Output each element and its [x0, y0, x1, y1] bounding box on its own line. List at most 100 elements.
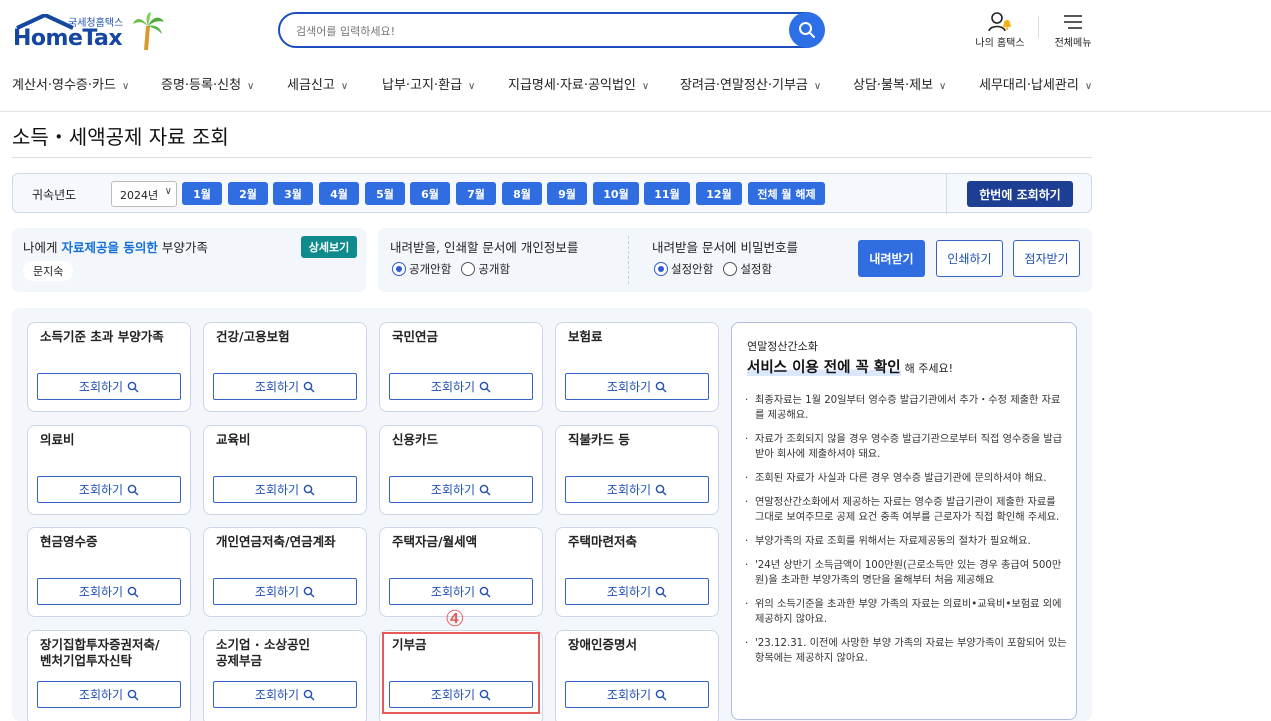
gnb-item-year-end[interactable]: 장려금·연말정산·기부금 ∨ [680, 74, 821, 93]
year-select[interactable]: 2024년 ∨ [111, 181, 177, 207]
password-yes-radio[interactable] [723, 262, 738, 276]
hometax-logo[interactable]: 국세청홈택스 HomeTax [11, 12, 171, 52]
dependents-panel: 나에게 자료제공을 동의한 부양가족 상세보기 문지숙 [12, 228, 366, 292]
card-title: 소기업 · 소상공인 공제부금 [216, 637, 310, 668]
gnb-item-statements[interactable]: 지급명세·자료·공익법인 ∨ [508, 74, 649, 93]
clear-all-months-button[interactable]: 전체 월 해제 [748, 182, 825, 205]
search-icon [479, 381, 491, 392]
search-icon [479, 586, 491, 597]
month-button-5[interactable]: 5월 [365, 182, 405, 205]
card-title: 장기집합투자증권저축/벤처기업투자신탁 [40, 637, 160, 668]
query-button[interactable]: 조회하기 [213, 578, 357, 605]
privacy-radio-group: 공개안함 공개함 [392, 261, 510, 277]
query-all-button[interactable]: 한번에 조회하기 [967, 181, 1073, 207]
my-hometax-link[interactable]: 나의 홈택스 [972, 10, 1028, 49]
query-button[interactable]: 조회하기 [213, 373, 357, 400]
card-title: 소득기준 초과 부양가족 [40, 329, 164, 344]
detail-view-button[interactable]: 상세보기 [301, 236, 357, 258]
month-button-2[interactable]: 2월 [228, 182, 268, 205]
gnb-item-certificate[interactable]: 증명·등록·신청 ∨ [161, 74, 254, 93]
notice-item: '23.12.31. 이전에 사망한 부양 가족의 자료는 부양가족이 포함되어… [745, 636, 1067, 666]
query-button[interactable]: 조회하기 [37, 681, 181, 708]
month-button-6[interactable]: 6월 [410, 182, 450, 205]
divider [628, 236, 629, 284]
query-button[interactable]: 조회하기 [37, 476, 181, 503]
card-health-employment-insurance: 건강/고용보험 조회하기 [203, 322, 367, 412]
search-icon [799, 22, 815, 38]
query-button[interactable]: 조회하기 [389, 476, 533, 503]
notice-item: 조회된 자료가 사실과 다른 경우 영수증 발급기관에 문의하셔야 해요. [745, 471, 1067, 486]
query-button[interactable]: 조회하기 [389, 373, 533, 400]
query-button[interactable]: 조회하기 [213, 476, 357, 503]
card-medical-expenses: 의료비 조회하기 [27, 425, 191, 515]
query-button[interactable]: 조회하기 [565, 373, 709, 400]
month-button-9[interactable]: 9월 [547, 182, 587, 205]
download-button[interactable]: 내려받기 [858, 240, 925, 277]
privacy-private-label: 공개안함 [409, 262, 452, 276]
all-menu-label: 전체메뉴 [1054, 38, 1092, 49]
card-title: 직불카드 등 [568, 432, 630, 447]
password-yes-label: 설정함 [740, 262, 773, 276]
gnb-item-tax-filing[interactable]: 세금신고 ∨ [287, 74, 348, 93]
search-box[interactable] [278, 12, 824, 48]
search-icon [655, 484, 667, 495]
notice-panel: 연말정산간소화 서비스 이용 전에 꼭 확인해 주세요! 최종자료는 1월 20… [731, 322, 1077, 720]
all-menu-button[interactable]: 전체메뉴 [1048, 10, 1098, 49]
card-title: 국민연금 [392, 329, 439, 344]
divider [946, 174, 947, 214]
notice-subtitle: 연말정산간소화 [747, 340, 818, 353]
query-button[interactable]: 조회하기 [565, 681, 709, 708]
year-value: 2024년 [120, 189, 159, 202]
annotation-marker: ④ [445, 607, 465, 632]
privacy-public-radio[interactable] [461, 262, 476, 276]
notice-item: '24년 상반기 소득금액이 100만원(근로소득만 있는 경우 총급여 500… [745, 558, 1067, 588]
query-button[interactable]: 조회하기 [389, 578, 533, 605]
search-icon [127, 689, 139, 700]
search-input[interactable] [296, 22, 776, 40]
search-icon [479, 484, 491, 495]
password-no-radio[interactable] [654, 262, 668, 276]
card-title: 신용카드 [392, 432, 439, 447]
query-button[interactable]: 조회하기 [37, 373, 181, 400]
card-disability-certificate: 장애인증명서 조회하기 [555, 630, 719, 721]
dependents-title: 나에게 자료제공을 동의한 부양가족 [23, 240, 208, 255]
month-button-3[interactable]: 3월 [273, 182, 313, 205]
query-button[interactable]: 조회하기 [37, 578, 181, 605]
card-title: 의료비 [40, 432, 75, 447]
card-housing-savings: 주택마련저축 조회하기 [555, 527, 719, 617]
card-education-expenses: 교육비 조회하기 [203, 425, 367, 515]
month-button-4[interactable]: 4월 [319, 182, 359, 205]
password-no-label: 설정안함 [671, 262, 714, 276]
gnb-item-payment[interactable]: 납부·고지·환급 ∨ [382, 74, 475, 93]
month-button-7[interactable]: 7월 [456, 182, 496, 205]
month-button-12[interactable]: 12월 [696, 182, 742, 205]
divider [1038, 16, 1039, 38]
dependent-chip[interactable]: 문지숙 [23, 261, 74, 281]
search-button[interactable] [789, 12, 825, 48]
gnb-item-consulting[interactable]: 상담·불복·제보 ∨ [853, 74, 946, 93]
search-icon [655, 381, 667, 392]
card-pension-savings: 개인연금저축/연금계좌 조회하기 [203, 527, 367, 617]
braille-button[interactable]: 점자받기 [1013, 240, 1080, 277]
query-button[interactable]: 조회하기 [565, 476, 709, 503]
user-bell-icon [988, 12, 1011, 32]
chevron-down-icon: ∨ [164, 186, 172, 197]
privacy-question: 내려받을, 인쇄할 문서에 개인정보를 [390, 240, 579, 255]
card-title: 보험료 [568, 329, 603, 344]
month-button-1[interactable]: 1월 [182, 182, 222, 205]
query-button[interactable]: 조회하기 [565, 578, 709, 605]
search-icon [127, 484, 139, 495]
privacy-private-radio[interactable] [392, 262, 406, 276]
query-button[interactable]: 조회하기 [213, 681, 357, 708]
logo-text: HomeTax [13, 26, 123, 51]
chevron-down-icon: ∨ [121, 81, 130, 92]
gnb-item-tax-agent[interactable]: 세무대리·납세관리 ∨ [979, 74, 1092, 93]
print-button[interactable]: 인쇄하기 [936, 240, 1003, 277]
month-button-10[interactable]: 10월 [593, 182, 639, 205]
year-month-filter: 귀속년도 2024년 ∨ 1월 2월 3월 4월 5월 6월 7월 8월 9월 … [12, 173, 1092, 214]
search-icon [127, 381, 139, 392]
privacy-public-label: 공개함 [478, 262, 511, 276]
month-button-11[interactable]: 11월 [644, 182, 690, 205]
gnb-item-invoice[interactable]: 계산서·영수증·카드 ∨ [12, 74, 129, 93]
month-button-8[interactable]: 8월 [502, 182, 542, 205]
